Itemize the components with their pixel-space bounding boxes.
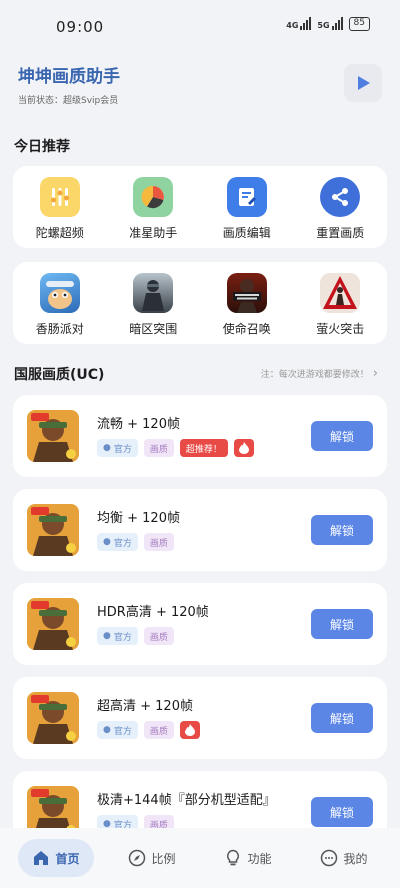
section-title-today: 今日推荐: [14, 139, 70, 155]
tool-label: 重置画质: [316, 226, 365, 240]
user-icon: ●: [103, 443, 111, 453]
status-bar: 09:00 4G 5G 85: [0, 0, 400, 52]
tool-label: 画质编辑: [222, 226, 271, 240]
crosshair-icon: [133, 177, 174, 217]
game-thumbnail: [27, 410, 79, 462]
tool-edit[interactable]: 画质编辑: [207, 177, 287, 241]
official-tag: ● 官方: [97, 627, 138, 645]
membership-status: 当前状态：超级Svip会员: [18, 96, 119, 106]
preset-title: 均衡 + 120帧: [97, 511, 180, 526]
user-icon: ●: [103, 631, 111, 641]
preset-tags: ● 官方 画质: [97, 533, 174, 551]
home-icon: [34, 851, 49, 865]
share-reset-icon: [320, 177, 361, 217]
signal-5g-icon: 5G: [317, 17, 343, 31]
nav-label: 功能: [247, 851, 272, 866]
tool-label: 准星助手: [129, 226, 178, 240]
status-time: 09:00: [56, 18, 105, 36]
sausage-party-icon: [39, 273, 80, 313]
game-sausage-party[interactable]: 香肠派对: [20, 273, 100, 337]
preset-card-4: 超高清 + 120帧 ● 官方 画质 解锁: [13, 677, 387, 759]
arena-breakout-icon: [133, 273, 174, 313]
note-text: 注：每次进游戏都要修改！: [260, 370, 369, 380]
preset-tags: ● 官方 画质: [97, 627, 174, 645]
battery-icon: 85: [348, 17, 370, 31]
quality-tag: 画质: [143, 439, 174, 457]
official-tag: ● 官方: [97, 721, 138, 739]
compass-icon: [129, 849, 146, 867]
nav-label: 比例: [151, 851, 176, 866]
quality-tag: 画质: [143, 721, 174, 739]
preset-title: 流畅 + 120帧: [97, 417, 180, 432]
section-title-server: 国服画质(UC): [14, 367, 105, 383]
game-label: 使命召唤: [222, 322, 271, 336]
nav-label: 我的: [343, 851, 368, 866]
recommend-tag: 超推荐！: [179, 439, 228, 457]
bottom-nav: 首页 比例 功能 我的: [0, 828, 400, 888]
app-header: 坤坤画质助手 当前状态：超级Svip会员: [18, 62, 382, 106]
preset-title: HDR高清 + 120帧: [97, 605, 209, 620]
games-card: 香肠派对 暗区突围 使命召唤 萤火突击: [13, 262, 387, 344]
game-arena-breakout[interactable]: 暗区突围: [113, 273, 193, 337]
signal-4g-icon: 4G: [286, 17, 312, 31]
unlock-button[interactable]: 解锁: [311, 797, 373, 827]
game-thumbnail: [27, 598, 79, 650]
user-icon: ●: [103, 537, 111, 547]
app-title: 坤坤画质助手: [18, 67, 120, 87]
tool-gyro[interactable]: 陀螺超频: [20, 177, 100, 241]
game-firefly[interactable]: 萤火突击: [300, 273, 380, 337]
status-indicators: 4G 5G 85: [286, 17, 370, 31]
nav-ratio[interactable]: 比例: [114, 839, 189, 877]
quality-tag: 画质: [143, 533, 174, 551]
game-thumbnail: [27, 692, 79, 744]
tool-reset[interactable]: 重置画质: [300, 177, 380, 241]
unlock-button[interactable]: 解锁: [311, 703, 373, 733]
unlock-button[interactable]: 解锁: [311, 515, 373, 545]
preset-card-1: 流畅 + 120帧 ● 官方 画质 超推荐！ 解锁: [13, 395, 387, 477]
play-button[interactable]: [344, 64, 382, 102]
user-icon: ●: [103, 725, 111, 735]
fire-icon: [179, 721, 200, 739]
game-thumbnail: [27, 504, 79, 556]
official-tag: ● 官方: [97, 439, 138, 457]
tools-card: 陀螺超频 准星助手 画质编辑 重置画质: [13, 166, 387, 248]
gyro-icon: [39, 177, 80, 217]
chevron-right-icon: ›: [372, 366, 378, 381]
bulb-icon: [227, 849, 240, 866]
preset-title: 超高清 + 120帧: [97, 699, 193, 714]
edit-icon: [226, 177, 267, 217]
tool-crosshair[interactable]: 准星助手: [113, 177, 193, 241]
game-label: 香肠派对: [35, 322, 84, 336]
nav-mine[interactable]: 我的: [306, 839, 381, 877]
preset-tags: ● 官方 画质 超推荐！: [97, 439, 254, 457]
preset-title: 极清+144帧『部分机型适配』: [97, 793, 276, 808]
nav-functions[interactable]: 功能: [210, 839, 285, 877]
unlock-button[interactable]: 解锁: [311, 609, 373, 639]
unlock-button[interactable]: 解锁: [311, 421, 373, 451]
firefly-icon: [320, 273, 361, 313]
chat-icon: [321, 849, 338, 867]
official-tag: ● 官方: [97, 533, 138, 551]
play-icon: [358, 76, 370, 90]
preset-tags: ● 官方 画质: [97, 721, 200, 739]
nav-home[interactable]: 首页: [18, 839, 94, 877]
tool-label: 陀螺超频: [35, 226, 84, 240]
preset-card-2: 均衡 + 120帧 ● 官方 画质 解锁: [13, 489, 387, 571]
preset-card-3: HDR高清 + 120帧 ● 官方 画质 解锁: [13, 583, 387, 665]
game-label: 萤火突击: [316, 322, 365, 336]
game-call-of-duty[interactable]: 使命召唤: [207, 273, 287, 337]
quality-tag: 画质: [143, 627, 174, 645]
server-note[interactable]: 注：每次进游戏都要修改！ ›: [261, 366, 378, 381]
game-label: 暗区突围: [129, 322, 178, 336]
fire-icon: [233, 439, 254, 457]
call-of-duty-icon: [226, 273, 267, 313]
nav-label: 首页: [55, 851, 80, 866]
